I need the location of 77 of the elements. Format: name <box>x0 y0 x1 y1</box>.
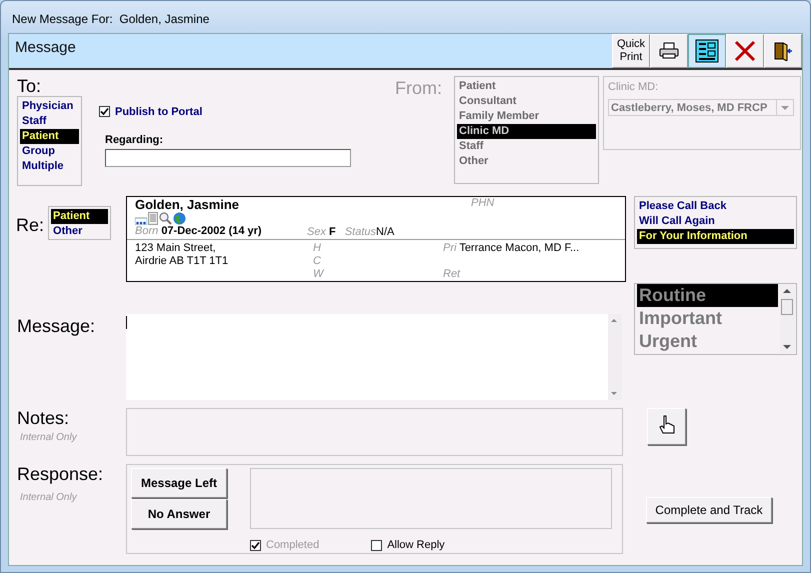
to-label: To: <box>17 76 42 96</box>
form-icon <box>695 39 719 63</box>
phn-label: PHN <box>471 197 496 209</box>
search-icon[interactable] <box>159 212 172 225</box>
status-value: N/A <box>376 226 394 238</box>
quick-print-button[interactable]: Quick Print <box>612 34 650 68</box>
notes-hint: Internal Only <box>20 432 78 443</box>
form-button[interactable] <box>688 34 726 68</box>
status-label: Status <box>344 226 376 238</box>
checkbox[interactable] <box>371 540 382 550</box>
phone-label: C <box>313 255 321 268</box>
checkbox-label: Publish to Portal <box>115 106 202 118</box>
complete-and-track-button[interactable]: Complete and Track <box>646 497 772 523</box>
phone-label: H <box>313 242 321 255</box>
list-item[interactable]: Urgent <box>637 330 778 353</box>
hand-button[interactable] <box>647 408 686 445</box>
clinic-md-label: Clinic MD: <box>608 81 660 93</box>
response-label: Response: <box>17 464 104 484</box>
list-item[interactable]: Other <box>51 224 108 239</box>
notes-label: Notes: <box>17 408 70 428</box>
checkbox-label: Allow Reply <box>387 539 445 551</box>
regarding-label: Regarding: <box>105 134 164 146</box>
list-item[interactable]: Patient <box>457 79 596 94</box>
sex-value: F <box>329 226 336 238</box>
response-button[interactable]: Message Left <box>131 468 227 498</box>
list-item[interactable]: Patient <box>51 209 108 224</box>
born-label: Born <box>135 225 158 237</box>
message-label: Message: <box>17 316 96 338</box>
list-item[interactable]: Family Member <box>457 109 596 124</box>
close-icon <box>734 40 756 62</box>
exit-door-icon <box>773 41 793 61</box>
ret-label: Ret <box>443 268 462 281</box>
list-item[interactable]: Will Call Again <box>637 214 794 229</box>
address-line: 123 Main Street, <box>135 242 217 255</box>
response-hint: Internal Only <box>20 492 78 503</box>
re-label: Re: <box>16 215 44 237</box>
list-item[interactable]: Multiple <box>20 159 79 174</box>
printer-icon <box>659 42 679 60</box>
birth-date: 07-Dec-2002 (14 yr) <box>161 225 262 237</box>
list-item[interactable]: Routine <box>637 284 778 307</box>
window-title: New Message For: Golden, Jasmine <box>11 11 210 28</box>
pointing-hand-icon <box>658 415 676 435</box>
clinic-md-dropdown[interactable]: Castleberry, Moses, MD FRCP <box>608 99 794 116</box>
primary-physician: Terrance Macon, MD F... <box>459 242 580 254</box>
list-item[interactable]: Physician <box>20 99 79 114</box>
delete-button[interactable] <box>726 34 764 68</box>
message-field[interactable] <box>126 314 622 400</box>
checkbox-label: Completed <box>266 539 320 551</box>
list-item[interactable]: Important <box>637 307 778 330</box>
list-item[interactable]: Please Call Back <box>637 199 794 214</box>
header-title: Message <box>14 38 77 58</box>
dropdown-arrow-icon <box>781 106 789 110</box>
regarding-field[interactable] <box>105 149 351 167</box>
primary-label: Pri <box>443 242 456 254</box>
list-item[interactable]: Staff <box>457 139 596 154</box>
list-item[interactable]: Consultant <box>457 94 596 109</box>
list-item[interactable]: Group <box>20 144 79 159</box>
scrollbar[interactable] <box>780 285 795 353</box>
list-item[interactable]: Staff <box>20 114 79 129</box>
address-line: Airdrie AB T1T 1T1 <box>135 255 230 268</box>
globe-icon[interactable] <box>173 212 186 225</box>
list-item[interactable]: Clinic MD <box>457 124 596 139</box>
exit-button[interactable] <box>764 34 802 68</box>
document-icon[interactable] <box>148 212 158 225</box>
checkbox[interactable] <box>99 106 110 117</box>
phone-label: W <box>313 268 324 281</box>
list-item[interactable]: For Your Information <box>637 229 794 244</box>
list-item[interactable]: Other <box>457 154 596 169</box>
notes-field[interactable] <box>126 408 623 456</box>
response-field[interactable] <box>250 468 612 529</box>
list-item[interactable]: Patient <box>20 129 79 144</box>
response-button[interactable]: No Answer <box>131 499 227 529</box>
print-button[interactable] <box>650 34 688 68</box>
patient-name: Golden, Jasmine <box>135 197 240 212</box>
clinic-md-value: Castleberry, Moses, MD FRCP <box>610 102 768 114</box>
from-label: From: <box>394 77 442 100</box>
sex-label: Sex <box>307 226 326 238</box>
